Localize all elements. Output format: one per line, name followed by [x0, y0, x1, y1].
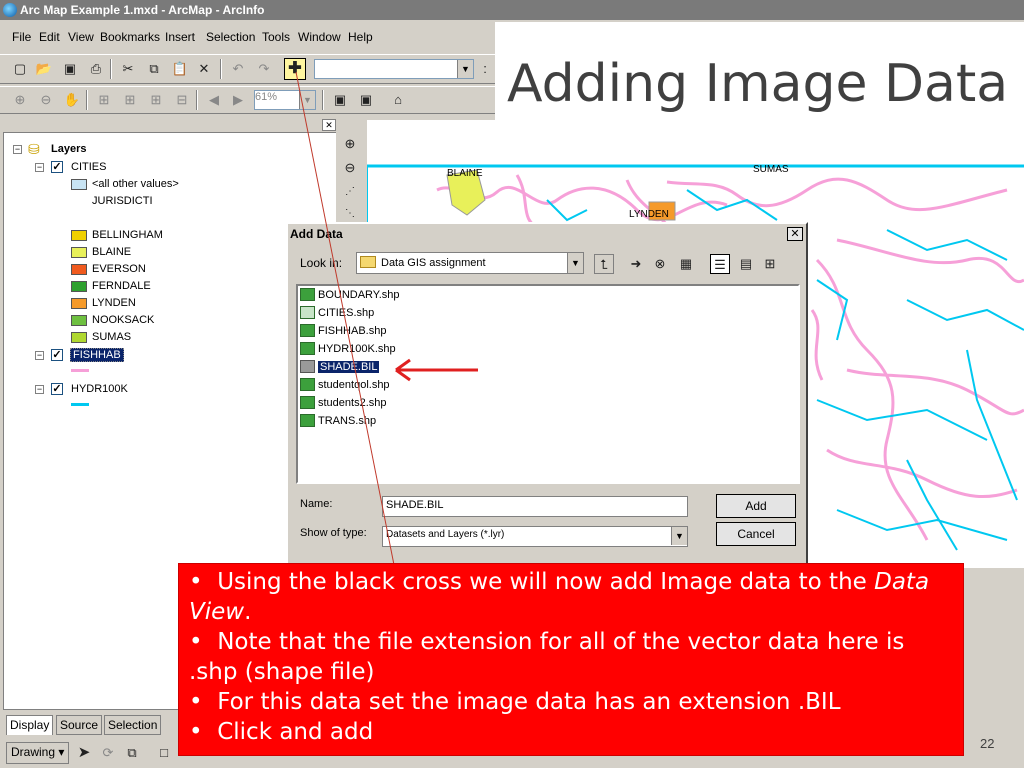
drawing-label: Drawing	[11, 745, 56, 759]
callout-text: Note that the file extension for all of …	[189, 629, 905, 685]
callout-bullet-2: • Note that the file extension for all o…	[189, 629, 905, 685]
rotate-icon[interactable]: ⟳	[98, 743, 118, 763]
tab-display[interactable]: Display	[6, 715, 54, 735]
callout-text: Click and add	[217, 719, 374, 745]
callout-period: .	[244, 599, 252, 625]
tab-selection[interactable]: Selection	[104, 715, 162, 735]
callout-text: Using the black cross we will now add Im…	[217, 569, 867, 595]
select-elements-icon[interactable]: ➤	[74, 743, 94, 763]
callout-bullet-3: • For this data set the image data has a…	[189, 689, 841, 715]
rectangle-icon[interactable]: □	[154, 743, 174, 763]
callout-bullet-1: • Using the black cross we will now add …	[189, 569, 930, 625]
zoom-to-selected-icon[interactable]: ⧉	[122, 743, 142, 763]
callout-bullet-4: • Click and add	[189, 719, 374, 745]
callout-box: • Using the black cross we will now add …	[178, 563, 964, 756]
bottom-bar: Display Source Selection Drawing ▾ ➤ ⟳ ⧉…	[0, 712, 178, 768]
drawing-menu[interactable]: Drawing ▾	[6, 742, 70, 764]
tab-source[interactable]: Source	[56, 715, 103, 735]
callout-text: For this data set the image data has an …	[217, 689, 841, 715]
pointer-line	[295, 71, 399, 586]
slide-page-number: 22	[980, 736, 995, 751]
chevron-down-icon: ▾	[58, 745, 65, 759]
